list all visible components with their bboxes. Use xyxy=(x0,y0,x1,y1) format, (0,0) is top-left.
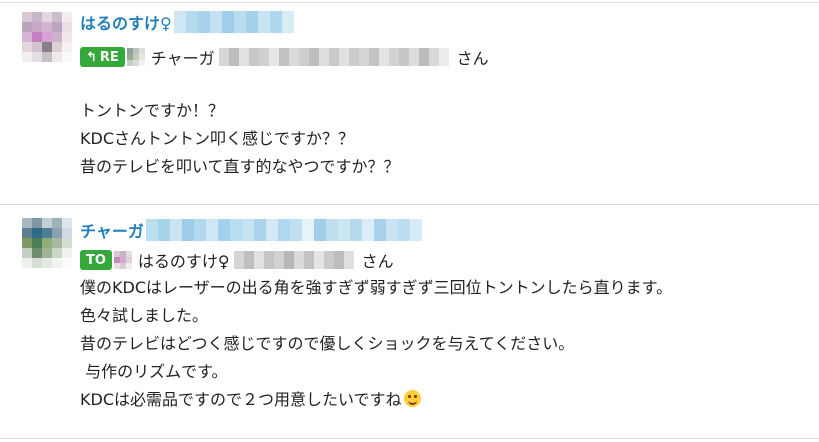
message-body: トントンですか！？ KDCさんトントン叩く感じですか？？ 昔のテレビを叩いて直す… xyxy=(80,97,400,181)
smiling-face-emoji xyxy=(403,390,421,407)
avatar[interactable] xyxy=(22,218,72,268)
message-line: KDCは必需品ですので２つ用意したいですね xyxy=(80,386,672,414)
redacted-addressee xyxy=(218,48,449,66)
reply-arrow-icon: ↰ xyxy=(86,49,97,65)
addressee-row: ↰ RE チャーガ さん xyxy=(80,44,489,70)
redacted-name xyxy=(145,219,422,241)
addressee-avatar xyxy=(113,251,132,269)
addressee-name: はるのすけ♀ xyxy=(137,252,230,271)
message-item: チャーガ TO はるのすけ♀ さん 僕のKDCはレーザーの出る角を強すぎず弱すぎ… xyxy=(0,204,819,442)
divider xyxy=(0,438,819,439)
message-line: 昔のテレビを叩いて直す的なやつですか？？ xyxy=(80,157,400,176)
message-body: 僕のKDCはレーザーの出る角を強すぎず弱すぎず三回位トントンしたら直ります。 色… xyxy=(80,274,672,414)
message-line: 昔のテレビはどつく感じですので優しくショックを与えてください。 xyxy=(80,334,575,353)
sender-name[interactable]: はるのすけ♀ xyxy=(80,10,172,34)
message-line: 僕のKDCはレーザーの出る角を強すぎず弱すぎず三回位トントンしたら直ります。 xyxy=(80,278,673,297)
message-feed: はるのすけ♀ ↰ RE チャーガ さん トントンですか！？ KDCさんトントン叩… xyxy=(0,0,819,442)
redacted-name xyxy=(173,11,294,33)
message-item: はるのすけ♀ ↰ RE チャーガ さん トントンですか！？ KDCさんトントン叩… xyxy=(0,0,819,204)
addressee-name: チャーガ xyxy=(150,49,215,68)
message-line: 与作のリズムです。 xyxy=(80,362,228,381)
sender-name[interactable]: チャーガ xyxy=(80,218,144,242)
addressee-suffix: さん xyxy=(361,252,394,271)
addressee-row: TO はるのすけ♀ さん xyxy=(80,247,394,273)
to-tag[interactable]: TO xyxy=(80,250,112,270)
reply-tag[interactable]: ↰ RE xyxy=(80,47,125,67)
message-line: KDCさんトントン叩く感じですか？？ xyxy=(80,129,354,148)
sender-row: チャーガ xyxy=(80,218,422,242)
addressee-avatar xyxy=(126,48,145,66)
redacted-addressee xyxy=(233,251,354,269)
addressee-suffix: さん xyxy=(456,49,489,68)
sender-row: はるのすけ♀ xyxy=(80,10,294,34)
message-line: 色々試しました。 xyxy=(80,306,209,325)
avatar[interactable] xyxy=(22,12,72,62)
message-line: トントンですか！？ xyxy=(80,101,225,120)
